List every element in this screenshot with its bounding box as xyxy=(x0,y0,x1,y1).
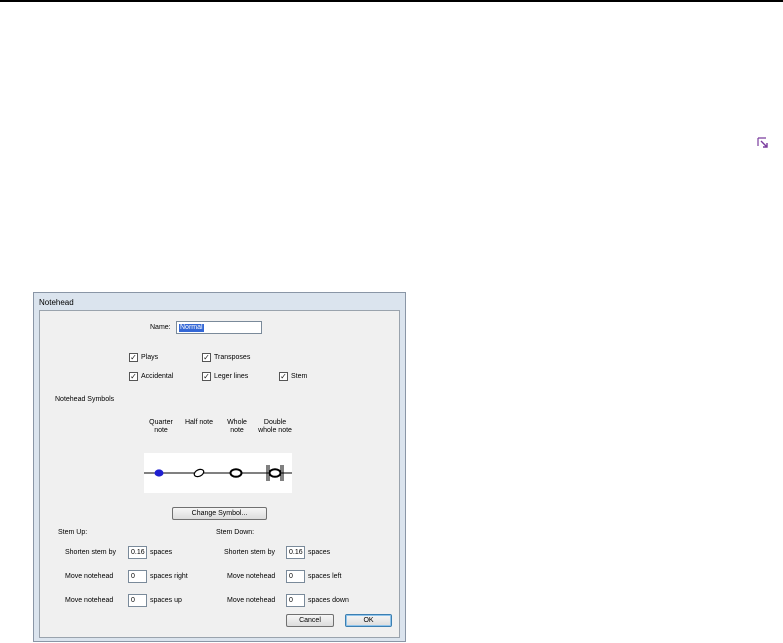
stem-down-move1-unit: spaces left xyxy=(308,573,342,580)
accidental-checkbox[interactable]: ✓ xyxy=(129,372,138,381)
change-symbol-button[interactable]: Change Symbol... xyxy=(172,507,267,520)
name-field[interactable]: Normal xyxy=(176,321,262,334)
stem-down-move2-label: Move notehead xyxy=(227,597,276,604)
stem-up-heading: Stem Up: xyxy=(58,529,88,536)
notehead-dialog: Notehead Name: Normal ✓ Plays ✓ Transpos… xyxy=(33,292,406,642)
notehead-preview xyxy=(144,453,292,493)
stem-up-move-right-input[interactable]: 0 xyxy=(128,570,147,583)
stem-up-shorten-unit: spaces xyxy=(150,549,173,556)
stem-down-move1-label: Move notehead xyxy=(227,573,276,580)
stem-up-move2-label: Move notehead xyxy=(65,597,114,604)
stem-checkbox[interactable]: ✓ xyxy=(279,372,288,381)
top-border-line xyxy=(0,0,783,2)
whole-note-header-line1: Whole xyxy=(227,419,247,426)
transposes-checkbox[interactable]: ✓ xyxy=(202,353,211,362)
stem-down-move2-unit: spaces down xyxy=(308,597,349,604)
notehead-symbols-heading: Notehead Symbols xyxy=(55,396,115,403)
quarter-note-header-line2: note xyxy=(154,427,168,434)
double-whole-note-header-line1: Double xyxy=(263,419,287,426)
cancel-button[interactable]: Cancel xyxy=(286,614,334,627)
stem-down-move-left-input[interactable]: 0 xyxy=(286,570,305,583)
whole-note-header: Whole note xyxy=(219,419,255,435)
whole-notehead-icon[interactable] xyxy=(229,468,243,478)
half-note-header: Half note xyxy=(179,419,219,427)
accidental-label: Accidental xyxy=(141,373,174,380)
stem-down-heading: Stem Down: xyxy=(216,529,255,536)
stem-down-shorten-unit: spaces xyxy=(308,549,331,556)
stem-down-move-down-input[interactable]: 0 xyxy=(286,594,305,607)
transposes-label: Transposes xyxy=(214,354,251,361)
stem-down-shorten-input[interactable]: 0.16 xyxy=(286,546,305,559)
stem-up-move2-unit: spaces up xyxy=(150,597,182,604)
stem-up-shorten-input[interactable]: 0.16 xyxy=(128,546,147,559)
leger-lines-checkbox[interactable]: ✓ xyxy=(202,372,211,381)
stem-down-shorten-label: Shorten stem by xyxy=(224,549,275,556)
half-note-header-line1: Half note xyxy=(184,419,214,426)
name-field-value: Normal xyxy=(179,324,204,332)
stem-up-move-up-input[interactable]: 0 xyxy=(128,594,147,607)
quarter-note-header-line1: Quarter xyxy=(149,419,173,426)
double-whole-note-header-line2: whole note xyxy=(258,427,292,434)
stem-up-move1-unit: spaces right xyxy=(150,573,188,580)
dialog-client-area: Name: Normal ✓ Plays ✓ Transposes ✓ Acci… xyxy=(39,310,400,638)
stem-label: Stem xyxy=(291,373,308,380)
ok-button[interactable]: OK xyxy=(345,614,392,627)
half-notehead-icon[interactable] xyxy=(193,468,205,478)
double-whole-notehead-icon[interactable] xyxy=(266,465,284,481)
plays-label: Plays xyxy=(141,354,159,361)
stem-up-move1-label: Move notehead xyxy=(65,573,114,580)
name-label: Name: xyxy=(150,324,171,331)
plays-checkbox[interactable]: ✓ xyxy=(129,353,138,362)
stem-up-shorten-label: Shorten stem by xyxy=(65,549,116,556)
quarter-notehead-icon[interactable] xyxy=(154,469,164,477)
quarter-note-header: Quarter note xyxy=(143,419,179,435)
whole-note-header-line2: note xyxy=(230,427,244,434)
leger-lines-label: Leger lines xyxy=(214,373,249,380)
double-whole-note-header: Double whole note xyxy=(253,419,297,435)
dialog-launcher-icon[interactable] xyxy=(756,136,770,150)
dialog-title: Notehead xyxy=(39,298,74,307)
